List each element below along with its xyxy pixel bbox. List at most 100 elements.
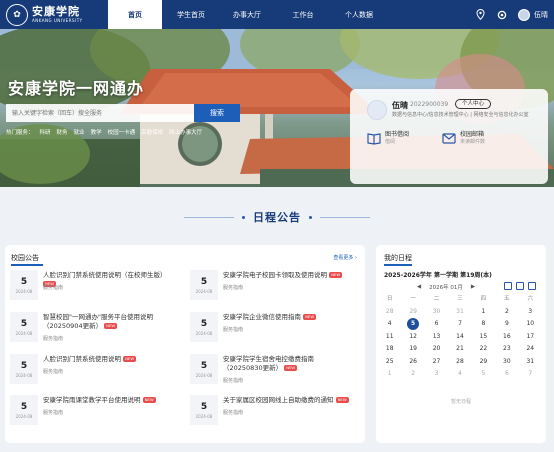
calendar-day[interactable]: 3 <box>425 369 448 378</box>
calendar-day[interactable]: 19 <box>401 344 424 353</box>
prev-month-icon[interactable]: ◀ <box>417 284 421 290</box>
calendar-day[interactable]: 14 <box>448 332 471 341</box>
user-name[interactable]: 伍晴 <box>534 10 548 20</box>
calendar-day[interactable]: 26 <box>401 357 424 366</box>
next-month-icon[interactable]: ▶ <box>471 284 475 290</box>
nav-home[interactable]: 首页 <box>108 0 162 29</box>
add-schedule-icon[interactable] <box>528 282 536 290</box>
hot-link[interactable]: 网上办事大厅 <box>169 128 202 136</box>
calendar-day[interactable]: 31 <box>448 307 471 316</box>
calendar-day[interactable]: 20 <box>425 344 448 353</box>
nav-service-hall[interactable]: 办事大厅 <box>220 0 274 29</box>
notice-title[interactable]: 安康学院企业微信使用指南 NEW <box>223 313 353 322</box>
calendar-day[interactable]: 9 <box>495 319 518 328</box>
calendar-day[interactable]: 11 <box>378 332 401 341</box>
nav-student-home[interactable]: 学生首页 <box>164 0 218 29</box>
notice-category: 服务指南 <box>43 285 64 291</box>
nav-workbench[interactable]: 工作台 <box>276 0 330 29</box>
notice-item[interactable]: 5 2024-08 人脸识别门禁系统使用说明（在校师生版） NEW 服务指南 <box>10 270 175 306</box>
mail-tool-desc: 未读邮件数 <box>460 139 486 146</box>
hot-link[interactable]: 教学 <box>91 128 102 136</box>
notice-item[interactable]: 5 2024-08 关于家属区校园网线上自助缴费的通知 NEW 服务指南 <box>190 395 355 431</box>
calendar-day[interactable]: 5 <box>472 369 495 378</box>
calendar-day[interactable]: 15 <box>472 332 495 341</box>
notice-title[interactable]: 智慧校园"一网通办"服务平台使用说明（20250904更新） NEW <box>43 313 173 331</box>
library-tool[interactable]: 图书借阅 借阅 <box>367 131 409 146</box>
notice-title[interactable]: 安康学院雨课堂教学平台使用说明 NEW <box>43 396 173 405</box>
calendar-day[interactable]: 12 <box>401 332 424 341</box>
calendar-day[interactable]: 29 <box>401 307 424 316</box>
hot-link[interactable]: 校园一卡通 <box>108 128 136 136</box>
calendar-day[interactable]: 1 <box>378 369 401 378</box>
notice-title-text: 安康学院学生宿舍电控缴费指南（20250830更新） <box>223 355 314 372</box>
notice-item[interactable]: 5 2024-08 安康学院电子校园卡领取及使用说明 NEW 服务指南 <box>190 270 355 306</box>
calendar-day[interactable]: 21 <box>448 344 471 353</box>
search-input[interactable] <box>6 104 194 122</box>
settings-icon[interactable] <box>496 9 508 21</box>
notice-item[interactable]: 5 2024-08 安康学院雨课堂教学平台使用说明 NEW 服务指南 <box>10 395 175 431</box>
hot-link[interactable]: 后勤保修 <box>141 128 163 136</box>
calendar-today[interactable]: 5 <box>401 317 424 330</box>
calendar-day[interactable]: 6 <box>495 369 518 378</box>
calendar-day[interactable]: 29 <box>472 357 495 366</box>
list-view-icon[interactable] <box>516 282 524 290</box>
notice-title[interactable]: 人脸识别门禁系统使用说明 NEW <box>43 355 173 364</box>
search-button[interactable]: 搜索 <box>194 104 240 122</box>
calendar-day[interactable]: 30 <box>495 357 518 366</box>
calendar-day[interactable]: 23 <box>495 344 518 353</box>
mail-tool-name: 校园邮箱 <box>460 131 485 138</box>
library-tool-name: 图书借阅 <box>385 131 410 138</box>
heading-dot <box>242 215 245 219</box>
nav-personal-data[interactable]: 个人数据 <box>332 0 386 29</box>
notice-date: 5 2024-08 <box>10 312 38 342</box>
calendar-day[interactable]: 17 <box>519 332 542 341</box>
heading-divider <box>184 216 234 218</box>
calendar-day[interactable]: 8 <box>472 319 495 328</box>
calendar-day[interactable]: 22 <box>472 344 495 353</box>
calendar-day[interactable]: 2 <box>495 307 518 316</box>
calendar-day[interactable]: 28 <box>448 357 471 366</box>
calendar-day[interactable]: 25 <box>378 357 401 366</box>
calendar-day[interactable]: 31 <box>519 357 542 366</box>
hot-link[interactable]: 科研 <box>40 128 51 136</box>
notice-item[interactable]: 5 2024-08 安康学院学生宿舍电控缴费指南（20250830更新） NEW 服务… <box>190 354 355 390</box>
month-label[interactable]: 2026年 01月 <box>429 283 463 291</box>
avatar[interactable] <box>518 8 530 21</box>
weekday-label: 三 <box>457 296 463 302</box>
hot-link[interactable]: 就业 <box>74 128 85 136</box>
notice-title[interactable]: 关于家属区校园网线上自助缴费的通知 NEW <box>223 396 353 405</box>
calendar-day[interactable]: 6 <box>425 319 448 328</box>
mail-tool[interactable]: 校园邮箱 未读邮件数 <box>442 131 485 146</box>
calendar-day[interactable]: 1 <box>472 307 495 316</box>
hot-link[interactable]: 财务 <box>57 128 68 136</box>
calendar-day[interactable]: 4 <box>448 369 471 378</box>
calendar-day[interactable]: 3 <box>519 307 542 316</box>
calendar-day[interactable]: 30 <box>425 307 448 316</box>
calendar-day[interactable]: 10 <box>519 319 542 328</box>
calendar-day[interactable]: 18 <box>378 344 401 353</box>
calendar-day[interactable]: 16 <box>495 332 518 341</box>
notice-title[interactable]: 安康学院电子校园卡领取及使用说明 NEW <box>223 271 353 280</box>
calendar-day[interactable]: 7 <box>448 319 471 328</box>
calendar-day[interactable]: 2 <box>401 369 424 378</box>
view-more-link[interactable]: 查看更多 › <box>333 254 357 261</box>
calendar-day[interactable]: 28 <box>378 307 401 316</box>
personal-center-button[interactable]: 个人中心 <box>455 99 492 109</box>
calendar-day[interactable]: 27 <box>425 357 448 366</box>
calendar-view-icon[interactable] <box>504 282 512 290</box>
calendar-day[interactable]: 13 <box>425 332 448 341</box>
location-pin-icon[interactable] <box>474 9 486 21</box>
new-badge: NEW <box>104 322 118 329</box>
calendar-day[interactable]: 7 <box>519 369 542 378</box>
calendar-day[interactable]: 4 <box>378 319 401 328</box>
notice-item[interactable]: 5 2024-08 安康学院企业微信使用指南 NEW 服务指南 <box>190 312 355 348</box>
hot-links-label: 热门服务： <box>6 130 34 136</box>
notice-title[interactable]: 安康学院学生宿舍电控缴费指南（20250830更新） NEW <box>223 355 353 373</box>
notice-item[interactable]: 5 2024-08 人脸识别门禁系统使用说明 NEW 服务指南 <box>10 354 175 390</box>
profile-card: 伍晴 2022900039 个人中心 数据与信息中心/信息技术管理中心 | 网络… <box>350 89 548 184</box>
calendar-day[interactable]: 24 <box>519 344 542 353</box>
empty-schedule-text: 暂无日程 <box>450 399 471 405</box>
notice-item[interactable]: 5 2024-08 智慧校园"一网通办"服务平台使用说明（20250904更新） N… <box>10 312 175 348</box>
university-logo[interactable]: ✿ 安康学院 ANKANG UNIVERSITY <box>0 3 108 26</box>
notice-category: 服务指南 <box>223 327 244 333</box>
